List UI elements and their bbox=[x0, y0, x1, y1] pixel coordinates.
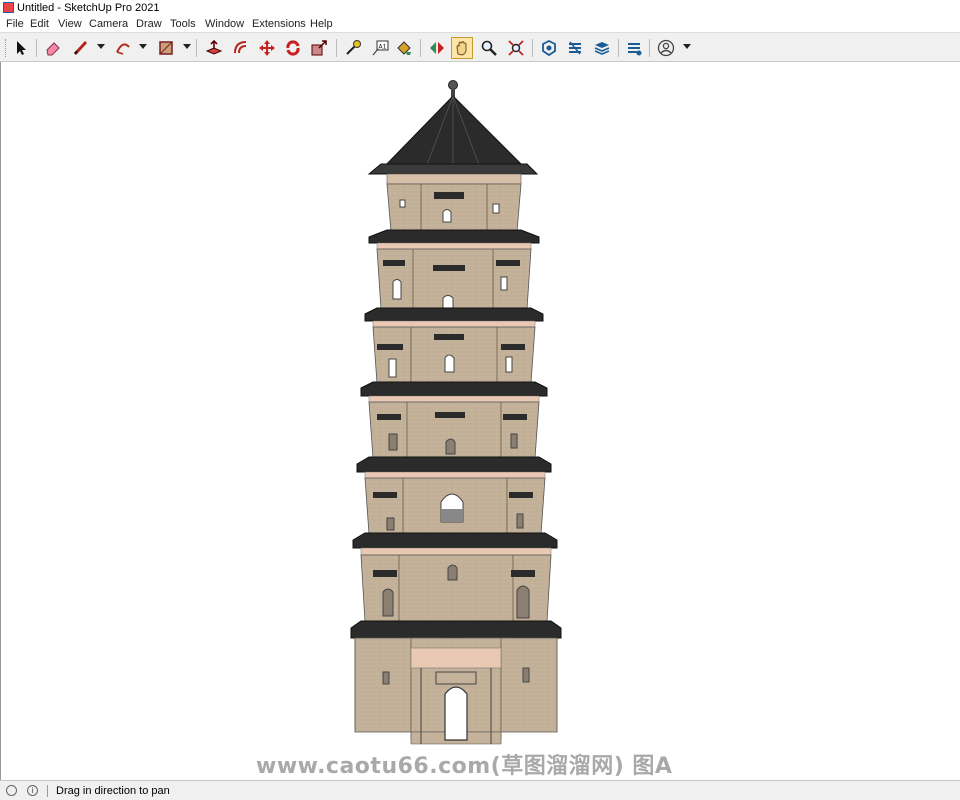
model-viewport[interactable]: www.caotu66.com(草图溜溜网) 图A bbox=[0, 62, 960, 780]
geolocation-icon[interactable] bbox=[6, 785, 17, 796]
tape-measure-tool-icon[interactable] bbox=[342, 37, 364, 59]
menu-tools[interactable]: Tools bbox=[170, 17, 196, 31]
toolbar-separator bbox=[36, 39, 37, 57]
window-title: Untitled - SketchUp Pro 2021 bbox=[17, 2, 160, 14]
menu-draw[interactable]: Draw bbox=[136, 17, 162, 31]
toolbar-separator bbox=[196, 39, 197, 57]
layout-icon[interactable] bbox=[591, 37, 613, 59]
menu-camera[interactable]: Camera bbox=[89, 17, 128, 31]
pagoda-model bbox=[350, 80, 562, 745]
rectangle-tool-dropdown[interactable] bbox=[183, 44, 191, 49]
toolbar-separator bbox=[336, 39, 337, 57]
pan-tool-icon[interactable] bbox=[451, 37, 473, 59]
extension-manager-icon[interactable] bbox=[623, 37, 645, 59]
warehouse-icon[interactable] bbox=[538, 37, 560, 59]
menu-file[interactable]: File bbox=[6, 17, 24, 31]
orbit-tool-icon[interactable] bbox=[426, 37, 448, 59]
title-bar: Untitled - SketchUp Pro 2021 bbox=[0, 0, 960, 16]
status-divider bbox=[47, 785, 48, 797]
toolbar-separator bbox=[420, 39, 421, 57]
watermark-text: www.caotu66.com(草图溜溜网) 图A bbox=[256, 754, 673, 779]
line-tool-dropdown[interactable] bbox=[97, 44, 105, 49]
rectangle-tool-icon[interactable] bbox=[155, 37, 177, 59]
offset-tool-icon[interactable] bbox=[230, 37, 252, 59]
text-tool-glyph: A1 bbox=[379, 44, 387, 51]
menu-view[interactable]: View bbox=[58, 17, 82, 31]
extension-warehouse-icon[interactable] bbox=[564, 37, 586, 59]
status-bar: i Drag in direction to pan bbox=[0, 780, 960, 800]
info-icon[interactable]: i bbox=[27, 785, 38, 796]
zoom-tool-icon[interactable] bbox=[478, 37, 500, 59]
toolbar-grip[interactable] bbox=[5, 39, 8, 57]
text-tool-icon[interactable]: A1 bbox=[369, 37, 391, 59]
push-pull-tool-icon[interactable] bbox=[203, 37, 225, 59]
account-icon[interactable] bbox=[655, 37, 677, 59]
menu-extensions[interactable]: Extensions bbox=[252, 17, 306, 31]
line-tool-icon[interactable] bbox=[70, 37, 92, 59]
zoom-extents-tool-icon[interactable] bbox=[505, 37, 527, 59]
menu-edit[interactable]: Edit bbox=[30, 17, 49, 31]
eraser-tool-icon[interactable] bbox=[42, 37, 64, 59]
arc-tool-dropdown[interactable] bbox=[139, 44, 147, 49]
sketchup-logo-icon bbox=[3, 2, 14, 13]
rotate-tool-icon[interactable] bbox=[282, 37, 304, 59]
scale-tool-icon[interactable] bbox=[308, 37, 330, 59]
status-message: Drag in direction to pan bbox=[56, 785, 170, 797]
toolbar-separator bbox=[618, 39, 619, 57]
arc-tool-icon[interactable] bbox=[112, 37, 134, 59]
menu-bar: File Edit View Camera Draw Tools Window … bbox=[0, 16, 960, 32]
toolbar-separator bbox=[649, 39, 650, 57]
menu-help[interactable]: Help bbox=[310, 17, 333, 31]
move-tool-icon[interactable] bbox=[256, 37, 278, 59]
main-toolbar: A1 bbox=[0, 32, 960, 62]
paint-bucket-tool-icon[interactable] bbox=[393, 37, 415, 59]
menu-window[interactable]: Window bbox=[205, 17, 244, 31]
select-tool-icon[interactable] bbox=[10, 37, 32, 59]
toolbar-separator bbox=[532, 39, 533, 57]
account-dropdown[interactable] bbox=[683, 44, 691, 49]
